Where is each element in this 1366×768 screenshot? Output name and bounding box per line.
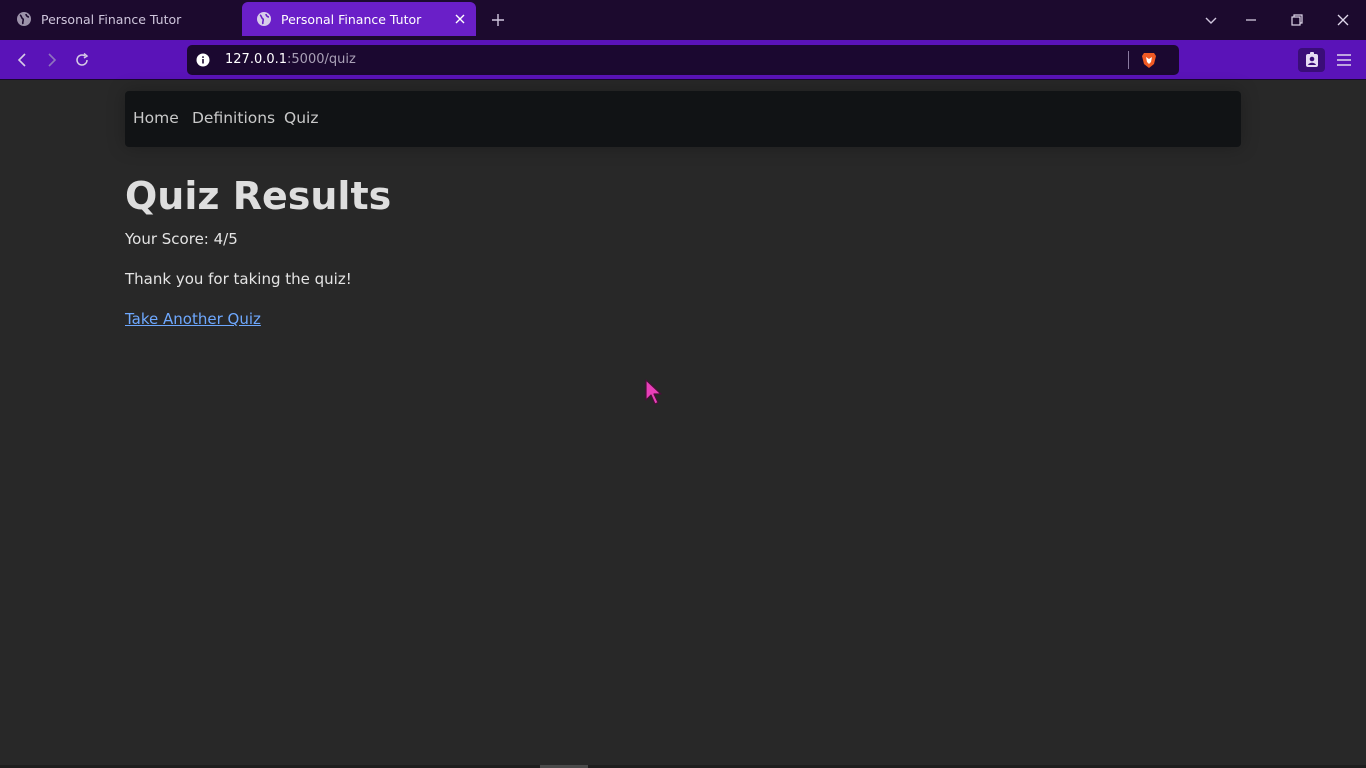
score-text: Your Score: 4/5: [125, 230, 238, 248]
restore-icon: [1291, 14, 1303, 26]
take-another-quiz-link[interactable]: Take Another Quiz: [125, 310, 261, 328]
reload-icon: [76, 52, 89, 66]
new-tab-button[interactable]: [489, 11, 507, 29]
plus-icon: [492, 14, 504, 26]
close-icon: [455, 14, 465, 24]
page-title: Quiz Results: [125, 174, 392, 218]
arrow-left-icon: [17, 53, 26, 67]
hamburger-icon: [1337, 54, 1351, 66]
brave-shields-icon[interactable]: [1140, 51, 1158, 69]
chevron-down-icon: [1205, 17, 1217, 24]
globe-icon: [17, 12, 31, 26]
tab-close-button[interactable]: [452, 11, 468, 27]
arrow-right-icon: [48, 53, 57, 67]
omnibox-divider: [1128, 51, 1129, 69]
url-text[interactable]: 127.0.0.1:5000/quiz: [225, 52, 356, 67]
menu-button[interactable]: [1335, 51, 1353, 69]
minimize-button[interactable]: [1242, 11, 1260, 29]
back-button[interactable]: [13, 51, 31, 69]
tab-strip: Personal Finance Tutor Personal Finance …: [0, 0, 1366, 40]
browser-toolbar: 127.0.0.1:5000/quiz: [0, 40, 1366, 80]
forward-button[interactable]: [43, 51, 61, 69]
reload-button[interactable]: [73, 51, 91, 69]
window-close-button[interactable]: [1334, 11, 1352, 29]
nav-link-definitions[interactable]: Definitions: [192, 109, 275, 127]
wallet-icon: [1305, 52, 1318, 67]
minimize-icon: [1246, 19, 1256, 21]
tab-active[interactable]: Personal Finance Tutor: [242, 2, 476, 36]
info-icon[interactable]: [196, 53, 210, 67]
url-host: 127.0.0.1: [225, 52, 288, 67]
site-navbar: Home Definitions Quiz: [125, 91, 1241, 147]
tab-title: Personal Finance Tutor: [41, 11, 182, 27]
mouse-cursor-icon: [645, 379, 662, 405]
url-path: :5000/quiz: [287, 52, 356, 67]
restore-button[interactable]: [1288, 11, 1306, 29]
tab-title: Personal Finance Tutor: [281, 11, 422, 27]
nav-link-quiz[interactable]: Quiz: [284, 109, 318, 127]
wallet-button[interactable]: [1298, 48, 1325, 72]
nav-link-home[interactable]: Home: [133, 109, 179, 127]
close-icon: [1337, 14, 1349, 26]
address-bar[interactable]: 127.0.0.1:5000/quiz: [187, 45, 1179, 75]
thanks-message: Thank you for taking the quiz!: [125, 270, 352, 288]
tab-inactive[interactable]: Personal Finance Tutor: [2, 2, 238, 36]
tab-search-button[interactable]: [1202, 11, 1220, 29]
globe-icon: [257, 12, 271, 26]
